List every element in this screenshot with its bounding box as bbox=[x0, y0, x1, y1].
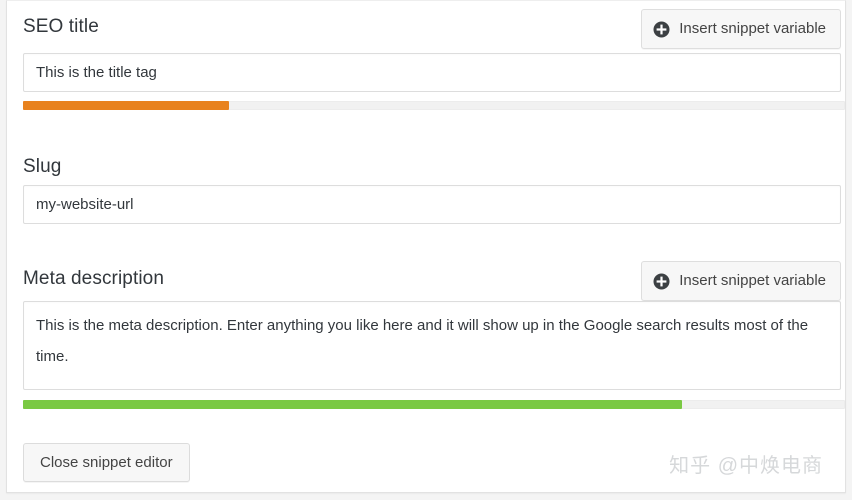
snippet-editor-footer: Close snippet editor bbox=[23, 1, 841, 492]
snippet-editor-card: SEO title Insert snippet variable This i… bbox=[6, 0, 846, 493]
close-snippet-editor-button[interactable]: Close snippet editor bbox=[23, 443, 190, 482]
watermark-text: 知乎 @中焕电商 bbox=[669, 455, 823, 477]
snippet-editor-screen: SEO title Insert snippet variable This i… bbox=[0, 0, 852, 500]
